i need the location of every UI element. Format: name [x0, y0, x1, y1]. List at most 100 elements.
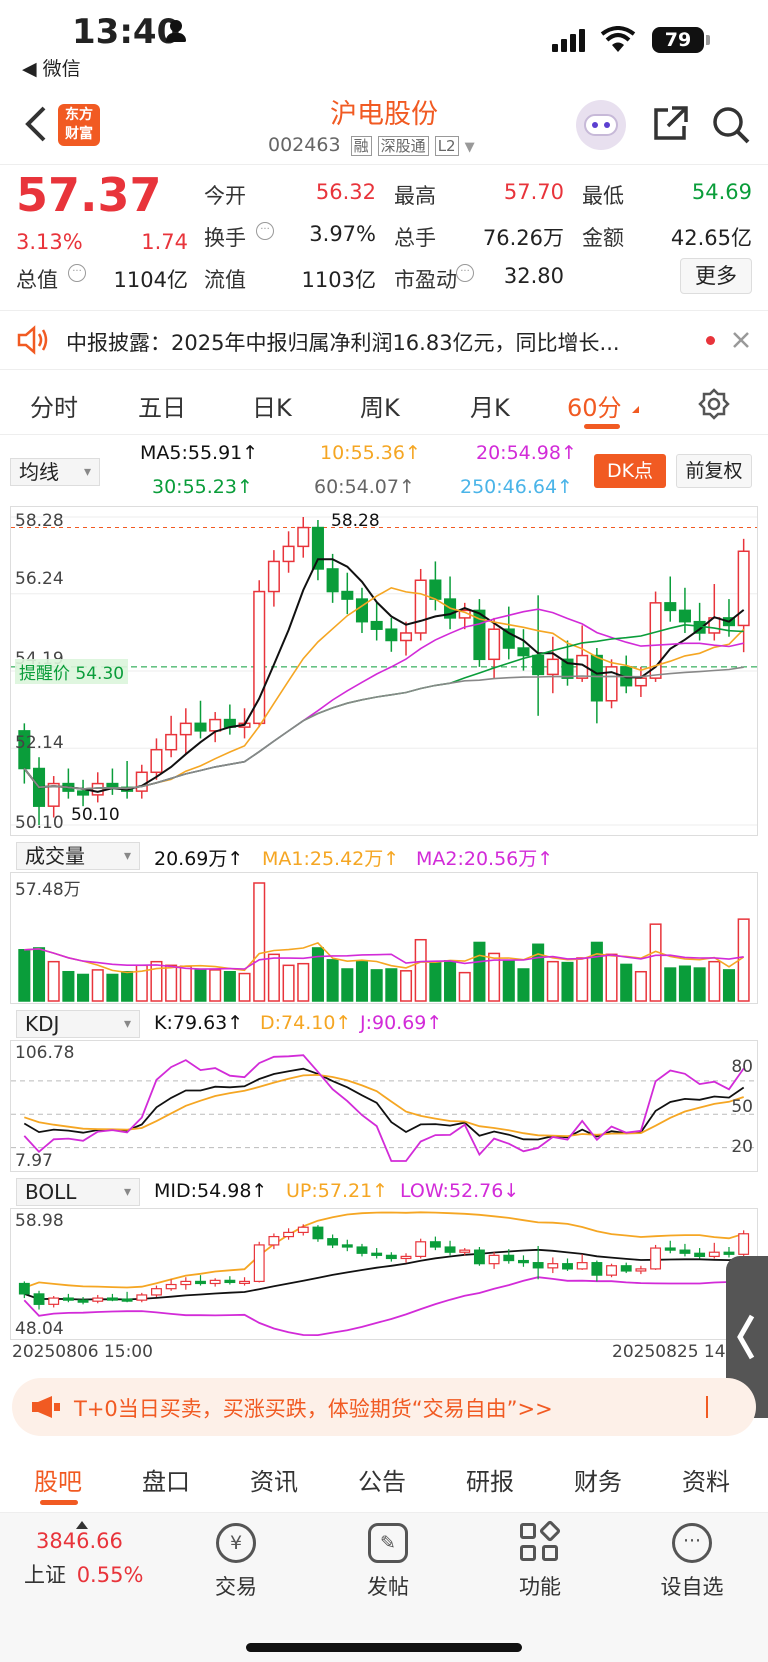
tab-order-book[interactable]: 盘口 — [142, 1462, 190, 1497]
share-icon[interactable] — [650, 104, 690, 144]
tab-monthly-k[interactable]: 月K — [470, 388, 510, 423]
tab-weekly-k[interactable]: 周K — [360, 388, 400, 423]
volume-canvas — [18, 882, 750, 1002]
boll-candle-body — [48, 1297, 60, 1305]
volume-bar — [77, 973, 90, 1002]
more-button[interactable]: 更多 — [680, 258, 752, 294]
search-icon[interactable] — [710, 104, 752, 146]
boll-candle-body — [708, 1251, 720, 1257]
back-to-app-link[interactable]: ◀ 微信 — [22, 54, 81, 81]
info-icon[interactable]: ··· — [256, 222, 274, 240]
boll-mid-line — [23, 1248, 744, 1301]
candle-body — [678, 609, 691, 623]
megaphone-icon — [32, 1396, 60, 1418]
ma250-value: 250:46.64↑ — [460, 476, 573, 498]
tab-forum[interactable]: 股吧 — [34, 1462, 82, 1497]
volume-chart[interactable]: 57.48万 — [10, 872, 758, 1004]
robot-assistant-icon[interactable] — [576, 100, 626, 150]
boll-candle-body — [297, 1226, 309, 1234]
home-indicator — [246, 1643, 522, 1652]
index-change: 0.55% — [76, 1563, 144, 1587]
tab-profile[interactable]: 资料 — [682, 1462, 730, 1497]
index-ticker[interactable]: 3846.66 上证 0.55% — [24, 1521, 174, 1589]
boll-candle-body — [473, 1249, 485, 1265]
yen-coin-icon: ¥ — [216, 1523, 256, 1563]
candle-body — [590, 654, 603, 702]
dock-add-watchlist[interactable]: ··· 设自选 — [632, 1523, 752, 1601]
promo-text: T+0当日买卖，买涨买跌，体验期货“交易自由”>> — [74, 1397, 553, 1421]
low-value: 54.69 — [691, 180, 752, 204]
boll-candle-body — [151, 1288, 162, 1296]
promo-banner[interactable]: T+0当日买卖，买涨买跌，体验期货“交易自由”>> — [12, 1378, 756, 1436]
active-tab-underline — [584, 424, 620, 429]
adjust-button[interactable]: 前复权 — [676, 454, 752, 488]
info-icon[interactable]: ··· — [68, 264, 86, 282]
kline-chart[interactable]: 58.28 56.24 54.19 提醒价 54.30 52.14 50.10 … — [10, 506, 758, 836]
announcement-text: 中报披露：2025年中报归属净利润16.83亿元，同比增长... — [66, 331, 620, 355]
volume-bar — [62, 970, 75, 1002]
volume-bar — [664, 967, 677, 1002]
volume-selector[interactable]: 成交量 — [16, 842, 140, 870]
volume-bar — [561, 961, 574, 1002]
volume-bar — [150, 960, 163, 1002]
boll-candle-body — [606, 1265, 617, 1276]
tab-research[interactable]: 研报 — [466, 1462, 514, 1497]
tab-daily-k[interactable]: 日K — [252, 388, 292, 423]
volume-bar — [458, 971, 471, 1002]
boll-candle-body — [518, 1259, 529, 1264]
candle-body — [326, 568, 339, 593]
boll-candle-body — [635, 1268, 647, 1272]
candle-body — [297, 526, 310, 548]
dk-button[interactable]: DK点 — [594, 454, 666, 488]
announcement-bar[interactable]: 中报披露：2025年中报归属净利润16.83亿元，同比增长... — [0, 310, 768, 370]
kdj-level-20: 20 — [731, 1137, 753, 1157]
stock-code-row[interactable]: 002463 融 深股通 L2 ▼ — [268, 134, 475, 156]
kdj-selector[interactable]: KDJ — [16, 1010, 140, 1038]
ma-selector[interactable]: 均线 — [10, 458, 100, 486]
candle-body — [429, 579, 442, 600]
float-cap-label: 流值 — [204, 268, 246, 292]
candle-body — [664, 602, 677, 612]
dock-trade-label: 交易 — [215, 1575, 257, 1599]
tab-five-day[interactable]: 五日 — [138, 388, 186, 423]
info-icon[interactable]: ··· — [456, 264, 474, 282]
candle-body — [737, 550, 750, 627]
boll-selector[interactable]: BOLL — [16, 1178, 140, 1206]
stock-header: 东方 财富 沪电股份 002463 融 深股通 L2 ▼ — [0, 92, 768, 164]
dock-functions[interactable]: 功能 — [480, 1519, 600, 1601]
boll-candle-body — [327, 1238, 339, 1246]
tab-announcements[interactable]: 公告 — [358, 1462, 406, 1497]
dock-trade[interactable]: ¥ 交易 — [176, 1523, 296, 1601]
volume-bar — [634, 970, 647, 1002]
tab-news[interactable]: 资讯 — [250, 1462, 298, 1497]
volume-selector-label: 成交量 — [25, 844, 85, 868]
kdj-chart[interactable]: 106.78 7.97 80 50 20 — [10, 1040, 758, 1172]
boll-candle-body — [195, 1280, 206, 1285]
boll-candle-body — [224, 1279, 236, 1284]
dock-post[interactable]: ✎ 发帖 — [328, 1523, 448, 1601]
tab-financials[interactable]: 财务 — [574, 1462, 622, 1497]
volume-bar — [590, 941, 603, 1002]
alert-price-label[interactable]: 提醒价 54.30 — [15, 659, 129, 684]
volume-bar — [385, 968, 398, 1002]
ma60-value: 60:54.07↑ — [314, 476, 415, 498]
candle-body — [209, 718, 222, 732]
volume-value: 20.69万↑ — [154, 848, 244, 870]
volume-bar — [473, 941, 486, 1002]
battery-tip — [706, 35, 710, 45]
volume-bar — [693, 967, 706, 1002]
tab-intraday[interactable]: 分时 — [30, 388, 78, 423]
battery-level: 79 — [664, 29, 692, 51]
tab-60min[interactable]: 60分 — [567, 388, 622, 423]
index-value: 3846.66 — [36, 1529, 123, 1553]
volume-bar — [267, 953, 280, 1002]
boll-chart[interactable]: 58.98 48.04 — [10, 1208, 758, 1340]
bottom-dock: 3846.66 上证 0.55% ¥ 交易 ✎ 发帖 功能 ··· 设自选 — [0, 1512, 768, 1662]
person-icon — [166, 20, 186, 42]
time-start: 20250806 15:00 — [12, 1342, 153, 1362]
close-icon[interactable] — [732, 331, 750, 349]
ma10-line — [23, 586, 745, 790]
volume-bar — [429, 960, 442, 1002]
settings-gear-icon[interactable] — [698, 388, 730, 420]
kdj-canvas — [11, 1054, 757, 1162]
